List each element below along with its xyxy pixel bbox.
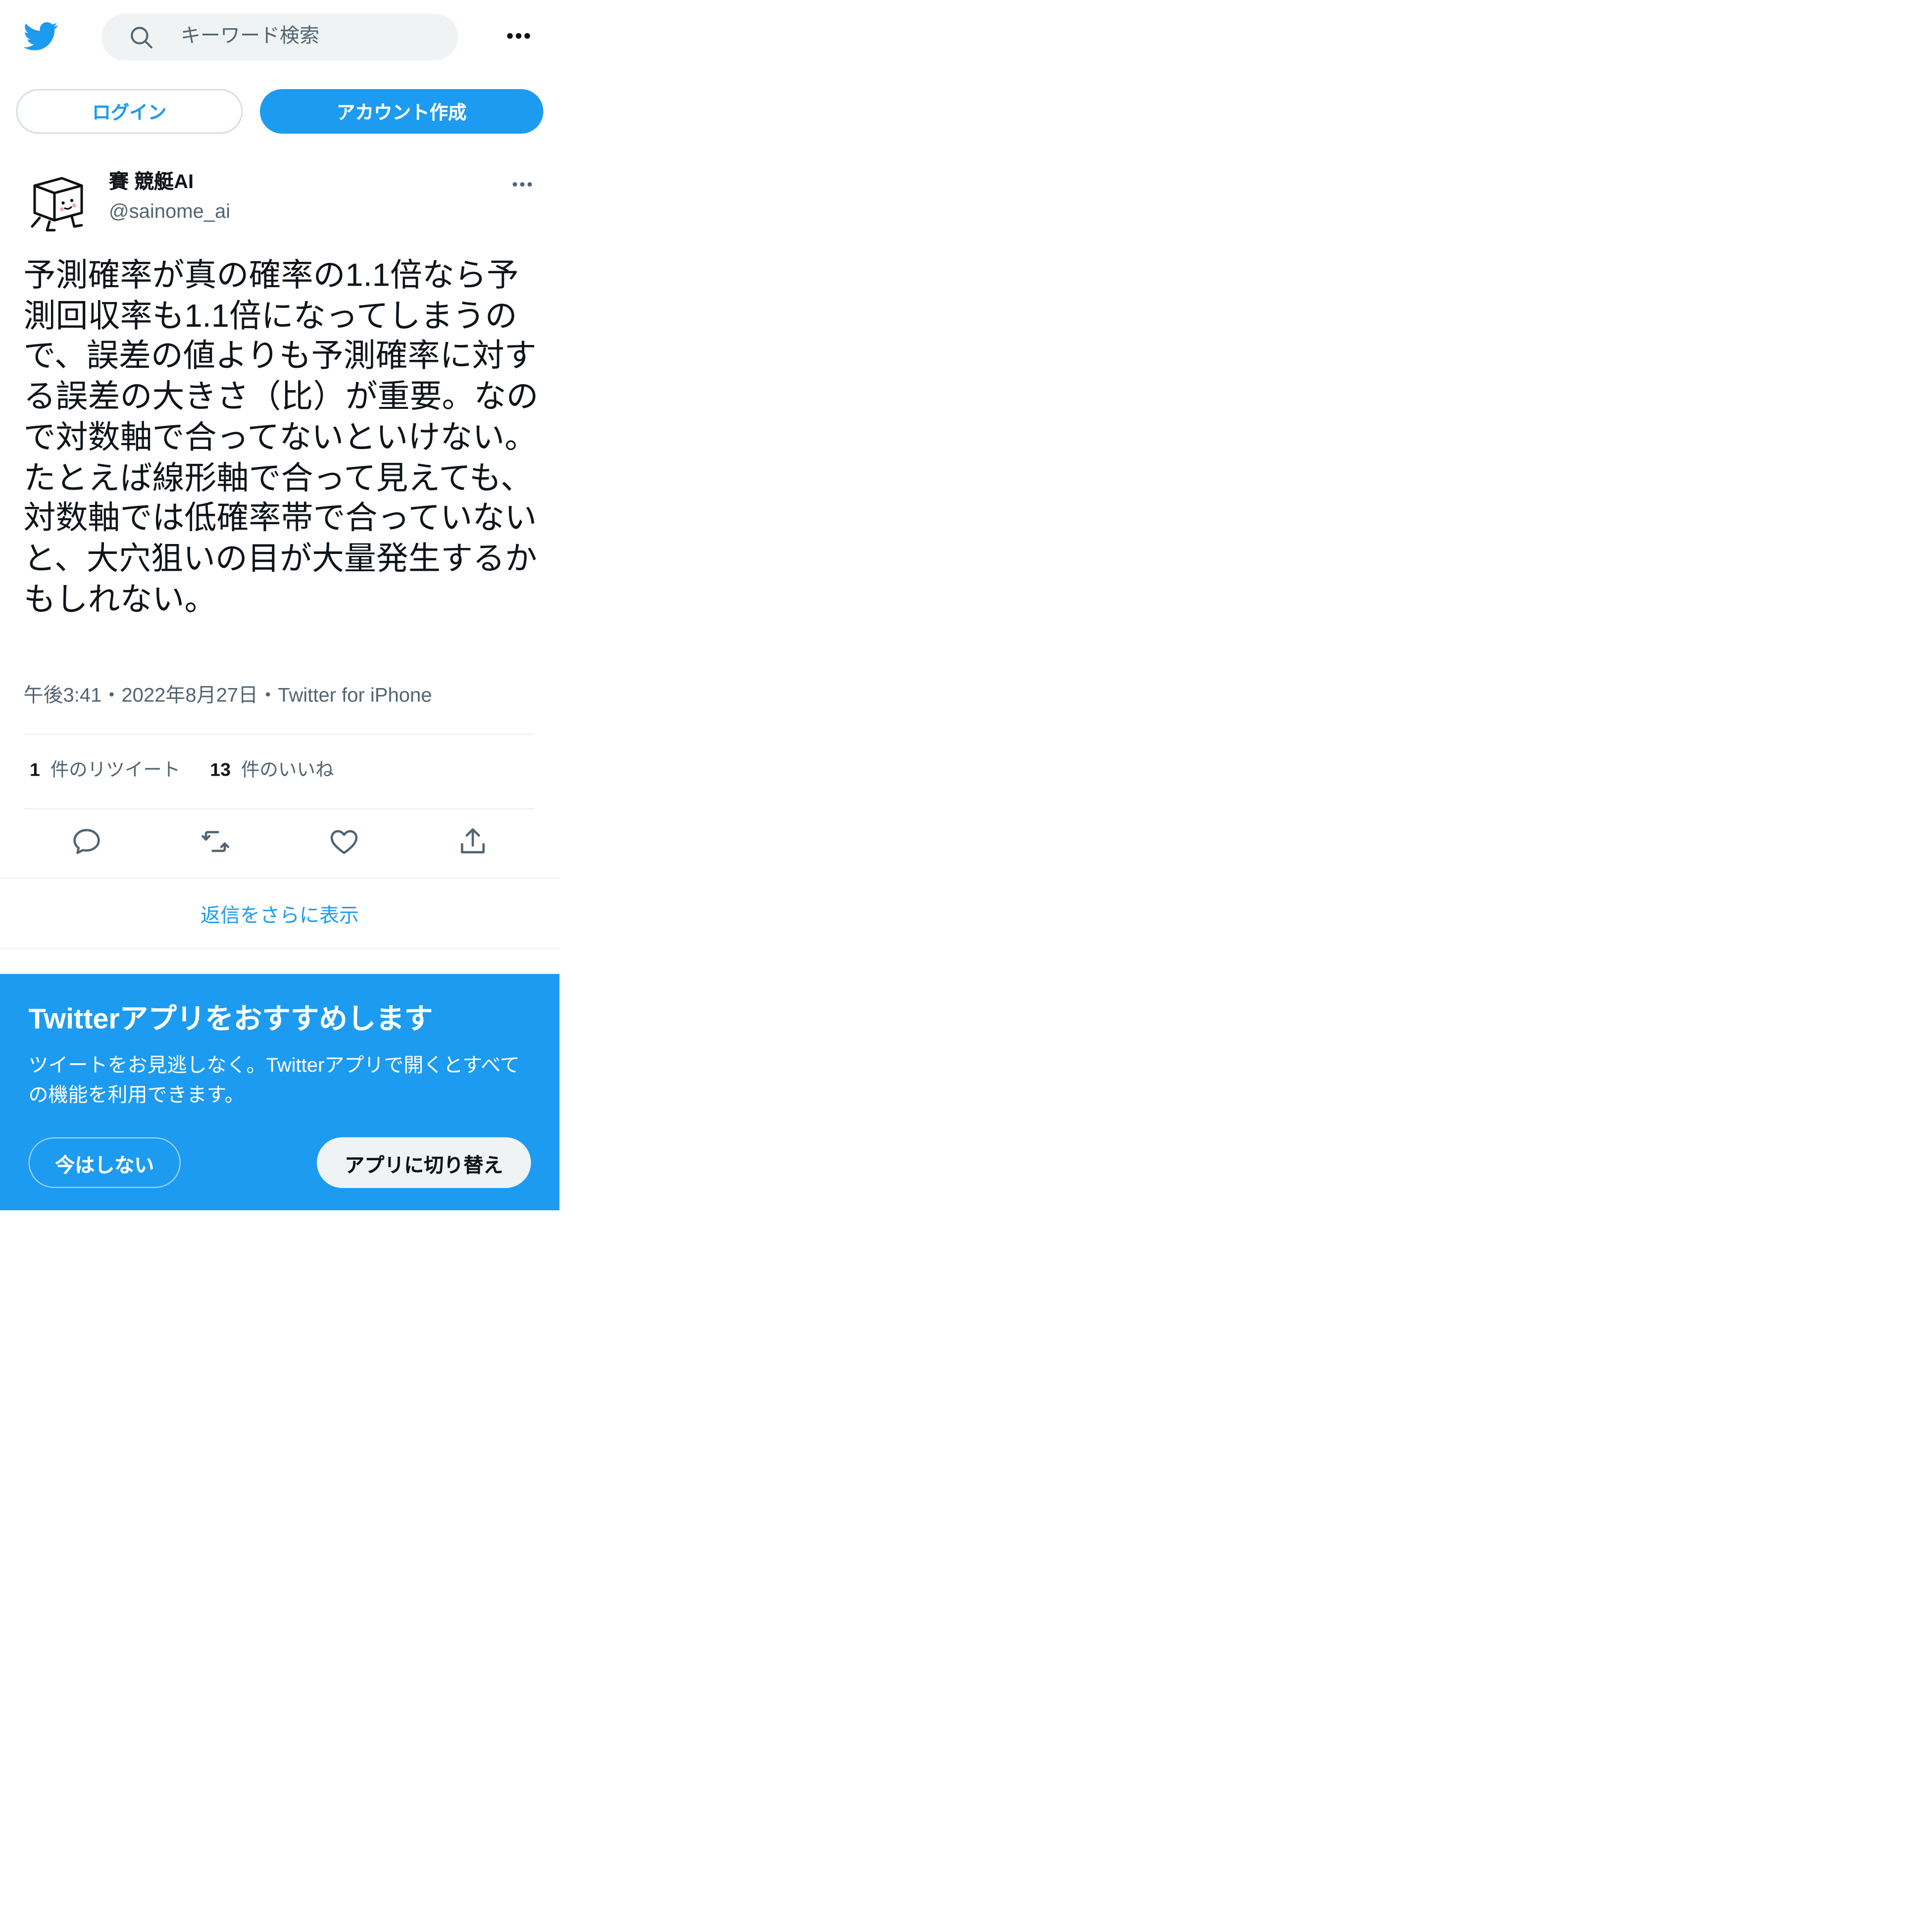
show-more-replies-link[interactable]: 返信をさらに表示 <box>0 879 559 948</box>
switch-to-app-button[interactable]: アプリに切り替え <box>317 1137 531 1188</box>
signup-button[interactable]: アカウント作成 <box>260 89 544 134</box>
like-count: 13 <box>210 760 231 781</box>
divider <box>23 808 535 809</box>
meta-separator: ・ <box>258 686 278 707</box>
avatar[interactable] <box>25 168 89 233</box>
promo-title: Twitterアプリをおすすめします <box>28 1002 433 1035</box>
reply-icon[interactable] <box>71 826 103 858</box>
not-now-label: 今はしない <box>55 1155 154 1177</box>
share-icon[interactable] <box>457 826 489 858</box>
like-label: 件のいいね <box>241 760 334 781</box>
tweet-time[interactable]: 午後3:41 <box>24 686 102 707</box>
user-handle[interactable]: @sainome_ai <box>109 200 230 225</box>
promo-description: ツイートをお見逃しなく。Twitterアプリで開くとすべての機能を利用できます。 <box>28 1055 520 1107</box>
app-promo-banner: Twitterアプリをおすすめします ツイートをお見逃しなく。Twitterアプ… <box>0 974 559 1210</box>
show-more-replies-label: 返信をさらに表示 <box>200 906 359 927</box>
tweet-meta: 午後3:41・2022年8月27日・Twitter for iPhone <box>24 683 432 710</box>
divider <box>23 734 535 735</box>
signup-button-label: アカウント作成 <box>336 102 467 123</box>
retweet-stat[interactable]: 1 件のリツイート <box>30 760 180 781</box>
search-icon <box>131 27 152 49</box>
display-name[interactable]: 賽 競艇AI <box>109 171 194 196</box>
twitter-bird-icon[interactable] <box>22 19 59 53</box>
login-button[interactable]: ログイン <box>16 89 243 134</box>
tweet-date[interactable]: 2022年8月27日 <box>121 686 258 707</box>
retweet-label: 件のリツイート <box>50 760 181 781</box>
retweet-count: 1 <box>30 760 40 781</box>
retweet-icon[interactable] <box>200 826 232 858</box>
like-icon[interactable] <box>328 826 360 858</box>
not-now-button[interactable]: 今はしない <box>28 1137 181 1188</box>
search-placeholder: キーワード検索 <box>181 26 320 48</box>
tweet-source: Twitter for iPhone <box>278 686 432 707</box>
tweet-stats: 1 件のリツイート 13 件のいいね <box>30 757 334 785</box>
tweet-more-icon[interactable] <box>507 173 537 196</box>
like-stat[interactable]: 13 件のいいね <box>210 760 334 781</box>
meta-separator: ・ <box>101 686 122 707</box>
login-button-label: ログイン <box>92 102 167 123</box>
tweet-text: 予測確率が真の確率の1.1倍なら予測回収率も1.1倍になってしまうので、誤差の値… <box>23 256 539 617</box>
switch-to-app-label: アプリに切り替え <box>345 1155 503 1177</box>
divider <box>0 948 559 949</box>
more-horizontal-icon[interactable] <box>502 22 536 50</box>
top-bar: キーワード検索 <box>0 0 559 74</box>
search-input[interactable]: キーワード検索 <box>101 13 458 61</box>
